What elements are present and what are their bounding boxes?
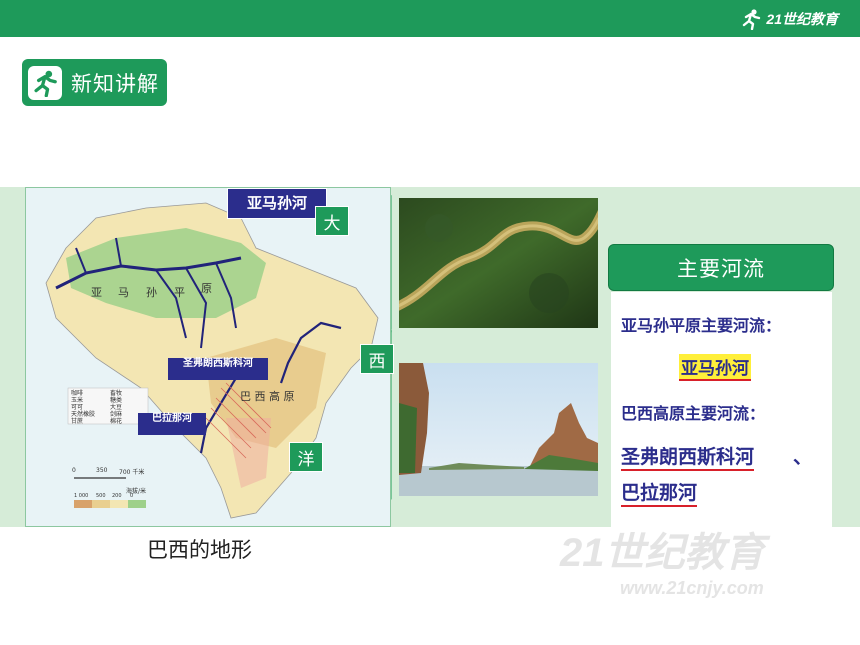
plain-char: 原	[201, 282, 212, 295]
elevation-title: 海拔/米	[126, 488, 147, 495]
legend-item: 糖类	[110, 397, 123, 404]
scale-label: 350	[96, 467, 108, 474]
plain-char: 孙	[146, 286, 157, 299]
section-tag: 新知讲解	[22, 59, 167, 106]
legend-item: 咖啡	[71, 390, 84, 397]
legend-item: 畜牧	[110, 390, 123, 397]
callout-parana: 巴拉那河	[138, 413, 206, 435]
legend-item: 甘蔗	[71, 418, 84, 425]
callout-sao-francisco: 圣弗朗西斯科河	[168, 358, 268, 380]
brand-logo: 21世纪教育	[740, 6, 838, 32]
answer-parana: 巴拉那河	[621, 478, 698, 507]
runner-icon	[743, 9, 761, 30]
answer-amazon: 亚马孙河	[679, 354, 751, 381]
legend-item: 可可	[71, 404, 84, 411]
legend-item: 大豆	[110, 404, 123, 411]
callout-amazon: 亚马孙河	[227, 188, 327, 219]
elevation-value: 1 000	[74, 493, 89, 499]
ocean-char-box: 洋	[289, 442, 323, 472]
ocean-char-box: 西	[360, 344, 394, 374]
legend-item: 天然橡胶	[71, 411, 96, 418]
map-caption: 巴西的地形	[147, 538, 252, 562]
top-bar: 21世纪教育	[0, 0, 860, 37]
legend-item: 玉米	[71, 397, 84, 404]
plain-char: 亚	[91, 286, 102, 299]
watermark-text: 21世纪教育	[560, 531, 765, 575]
watermark: 21世纪教育 www.21cnjy.com	[560, 520, 765, 599]
ocean-char-box: 大	[315, 206, 349, 236]
plateau-line: 巴西高原主要河流：	[621, 404, 766, 423]
plain-char: 平	[174, 286, 185, 299]
scale-label: 0	[72, 467, 76, 474]
scale-label: 700 千米	[119, 469, 145, 476]
answer-sao-francisco: 圣弗朗西斯科河	[621, 442, 755, 471]
separator: 、	[793, 446, 813, 468]
elevation-value: 500	[96, 493, 106, 499]
runner-icon	[28, 65, 62, 100]
amazon-plain-line: 亚马孙平原主要河流：	[621, 316, 782, 335]
brazil-terrain-map: 亚 马 孙 平 原 巴 西 高 原 咖啡 畜牧 玉米 糖类 可可 大豆 天然橡胶…	[25, 187, 391, 527]
logo-text: 21世纪教育	[766, 11, 838, 27]
rivers-heading: 主要河流	[608, 244, 834, 291]
main-rivers-panel: 主要河流 亚马孙平原主要河流： 亚马孙河 巴西高原主要河流： 圣弗朗西斯科河 、…	[608, 244, 834, 528]
section-title: 新知讲解	[71, 71, 159, 96]
amazon-aerial-photo	[399, 198, 598, 328]
watermark-sub: www.21cnjy.com	[620, 578, 764, 598]
elevation-value: 200	[112, 493, 122, 499]
elevation-value: 0	[130, 493, 134, 499]
plain-char: 马	[118, 286, 129, 299]
rivers-body: 亚马孙平原主要河流： 亚马孙河 巴西高原主要河流： 圣弗朗西斯科河 、 巴拉那河	[611, 292, 832, 528]
river-cliffs-photo	[399, 363, 598, 496]
plateau-label: 巴 西 高 原	[240, 390, 295, 403]
